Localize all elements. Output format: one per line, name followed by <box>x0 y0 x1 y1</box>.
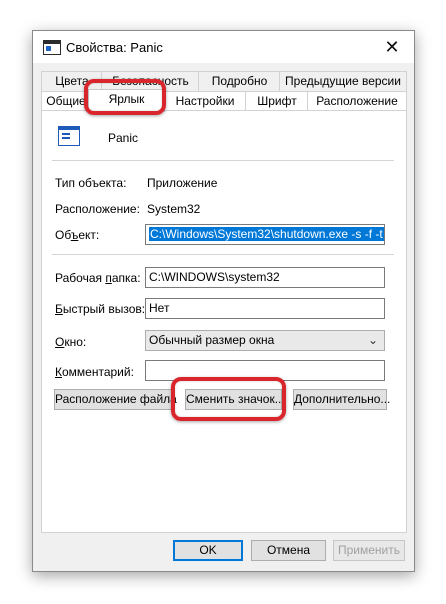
type-label: Тип объекта: <box>55 176 127 190</box>
cancel-button[interactable]: Отмена <box>251 540 326 561</box>
ok-button[interactable]: OK <box>173 540 243 561</box>
properties-dialog: Свойства: Panic ✕ Цвета Безопасность Под… <box>32 30 415 572</box>
advanced-button[interactable]: Дополнительно... <box>293 389 390 410</box>
location-label: Расположение: <box>55 202 140 216</box>
window-mode-label: Окно: <box>55 335 87 349</box>
hotkey-label: Быстрый вызов: <box>55 302 146 316</box>
window-mode-value: Обычный размер окна <box>149 333 275 347</box>
tab-colors[interactable]: Цвета <box>41 71 103 91</box>
tab-general[interactable]: Общие <box>41 91 91 111</box>
object-label: Объект: <box>55 228 100 242</box>
object-value: C:\Windows\System32\shutdown.exe -s -f -… <box>149 227 384 241</box>
divider <box>52 160 394 161</box>
hotkey-field[interactable]: Нет <box>145 298 385 319</box>
apply-button[interactable]: Применить <box>333 540 405 561</box>
chevron-down-icon: ⌄ <box>367 333 378 347</box>
workdir-label: Рабочая папка: <box>55 271 141 285</box>
divider <box>52 254 394 255</box>
shortcut-name: Panic <box>108 131 139 145</box>
tab-details[interactable]: Подробно <box>198 71 281 91</box>
close-icon[interactable]: ✕ <box>370 31 414 63</box>
tab-options[interactable]: Настройки <box>163 91 247 111</box>
tab-layout[interactable]: Расположение <box>307 91 407 111</box>
type-value: Приложение <box>147 176 218 190</box>
object-field[interactable]: C:\Windows\System32\shutdown.exe -s -f -… <box>145 224 385 245</box>
comment-field[interactable] <box>145 360 385 381</box>
tab-strip: Цвета Безопасность Подробно Предыдущие в… <box>41 71 407 112</box>
change-icon-button[interactable]: Сменить значок... <box>185 389 285 410</box>
tab-font[interactable]: Шрифт <box>245 91 309 111</box>
tab-security[interactable]: Безопасность <box>101 71 200 91</box>
open-file-location-button[interactable]: Расположение файла <box>54 389 177 410</box>
app-icon <box>58 126 80 146</box>
title-bar: Свойства: Panic ✕ <box>33 31 414 63</box>
window-title: Свойства: Panic <box>66 40 163 55</box>
window-app-icon <box>43 40 61 55</box>
tab-shortcut[interactable]: Ярлык <box>88 89 165 112</box>
shortcut-panel: Panic Тип объекта: Приложение Расположен… <box>41 110 407 533</box>
comment-label: Комментарий: <box>55 365 134 379</box>
window-mode-select[interactable]: Обычный размер окна ⌄ <box>145 330 385 351</box>
tab-previous-versions[interactable]: Предыдущие версии <box>279 71 407 91</box>
location-value: System32 <box>147 202 201 216</box>
workdir-field[interactable]: C:\WINDOWS\system32 <box>145 267 385 288</box>
